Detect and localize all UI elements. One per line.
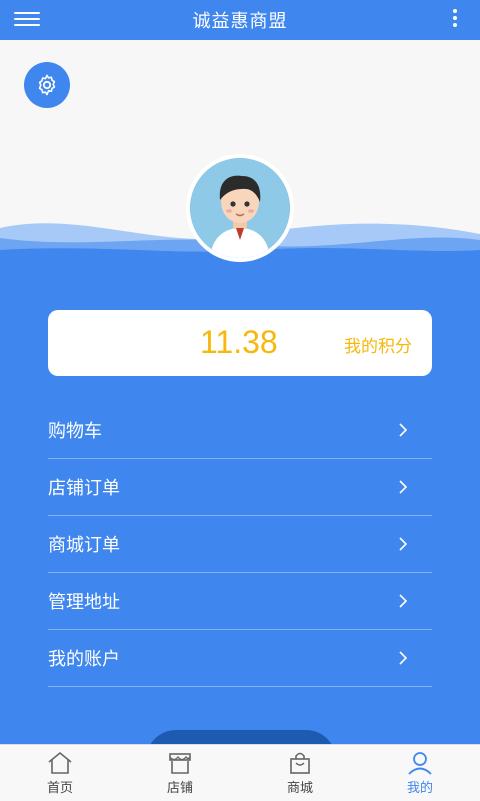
user-icon [408,752,432,775]
menu-item-store-orders[interactable]: 店铺订单 [48,459,432,516]
app-header: 诚益惠商盟 [0,0,480,40]
tab-store[interactable]: 店铺 [120,745,240,801]
tab-mine[interactable]: 我的 [360,745,480,801]
store-icon [169,753,191,774]
gear-icon [38,74,56,96]
user-avatar[interactable] [186,154,294,262]
more-options-icon[interactable] [452,6,458,34]
tab-label: 商城 [286,781,313,796]
bottom-tab-bar: 首页 店铺 商城 我的 [0,744,480,801]
menu-item-label: 店铺订单 [48,478,120,499]
menu-item-cart[interactable]: 购物车 [48,402,432,459]
tab-label: 我的 [406,781,433,796]
settings-gear-button[interactable] [24,62,70,108]
chevron-right-icon [399,480,408,494]
points-card[interactable]: 11.38 我的积分 [48,310,432,376]
avatar-illustration [190,158,290,258]
menu-item-label: 我的账户 [48,649,120,670]
menu-item-address[interactable]: 管理地址 [48,573,432,630]
points-value: 11.38 [200,324,278,360]
tab-mall[interactable]: 商城 [240,745,360,801]
menu-item-mall-orders[interactable]: 商城订单 [48,516,432,573]
chevron-right-icon [399,594,408,608]
page-title: 诚益惠商盟 [192,11,288,32]
chevron-right-icon [399,537,408,551]
menu-item-label: 管理地址 [48,592,120,613]
profile-menu-list: 购物车 店铺订单 商城订单 管理地址 我的账户 [48,402,432,687]
tab-label: 店铺 [166,781,193,796]
menu-item-account[interactable]: 我的账户 [48,630,432,687]
chevron-right-icon [399,423,408,437]
bag-icon [290,752,310,774]
menu-item-label: 商城订单 [48,535,120,556]
hamburger-menu-icon[interactable] [14,8,40,32]
menu-item-label: 购物车 [48,421,102,442]
points-label: 我的积分 [344,337,412,357]
chevron-right-icon [399,651,408,665]
home-icon [48,751,72,774]
tab-label: 首页 [46,781,73,796]
tab-home[interactable]: 首页 [0,745,120,801]
